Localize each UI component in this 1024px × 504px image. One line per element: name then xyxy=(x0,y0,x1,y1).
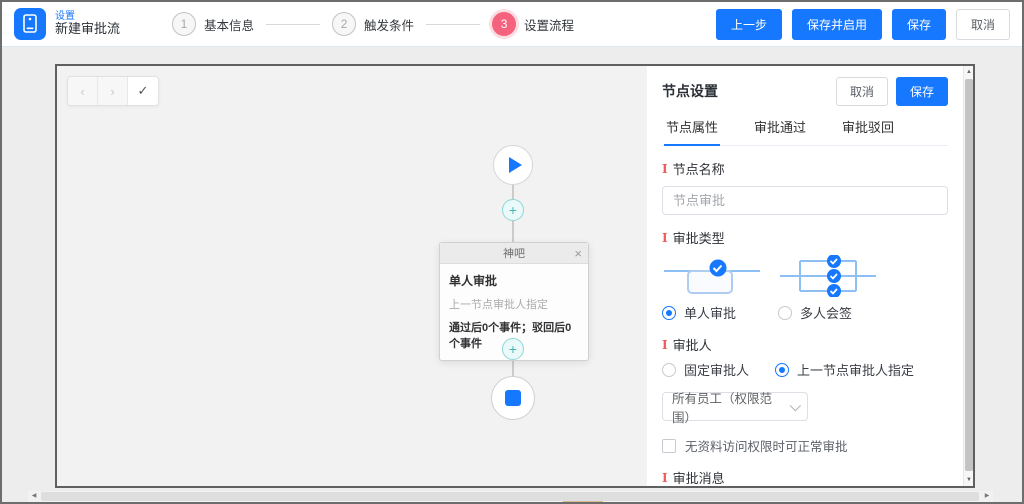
stop-icon xyxy=(505,390,521,406)
checkbox-unchecked-icon[interactable] xyxy=(662,439,676,453)
end-node[interactable] xyxy=(491,376,535,420)
required-icon: I xyxy=(662,338,668,352)
undo-icon[interactable]: ‹ xyxy=(68,77,98,105)
approval-node-type: 单人审批 xyxy=(449,272,579,289)
step-set-flow[interactable]: 3 设置流程 xyxy=(492,12,574,36)
play-icon xyxy=(509,157,522,173)
radio-off-icon[interactable] xyxy=(662,363,676,377)
step-connector xyxy=(266,24,320,25)
section-approver: I 审批人 固定审批人 上一节点审批人指定 所有员工（权限范围） xyxy=(662,335,948,421)
page-title: 新建审批流 xyxy=(55,22,120,37)
step-1-circle: 1 xyxy=(172,12,196,36)
approver-scope-value: 所有员工（权限范围） xyxy=(672,388,790,426)
step-trigger-condition[interactable]: 2 触发条件 xyxy=(332,12,414,36)
approval-type-icons: 单人审批 xyxy=(662,255,948,322)
step-3-circle: 3 xyxy=(492,12,516,36)
permission-checkbox-row[interactable]: 无资料访问权限时可正常审批 xyxy=(662,436,948,455)
single-approval-icon xyxy=(662,255,762,297)
panel-scrollbar[interactable]: ▲ ▼ xyxy=(963,66,973,486)
panel-cancel-button[interactable]: 取消 xyxy=(836,77,888,106)
approval-type-label: I 审批类型 xyxy=(662,228,948,247)
required-icon: I xyxy=(662,162,668,176)
approval-message-label-text: 审批消息 xyxy=(673,468,725,486)
single-approval-radio-label[interactable]: 单人审批 xyxy=(684,303,736,322)
panel-title: 节点设置 xyxy=(662,81,718,101)
fixed-approver-radio-label[interactable]: 固定审批人 xyxy=(684,360,749,379)
previous-node-approver-radio-label[interactable]: 上一节点审批人指定 xyxy=(797,360,914,379)
section-approval-message: I 审批消息 默认格式 自定义 “发起人”提交了“数据主标题”的审批申请，请及时… xyxy=(662,468,948,486)
tab-node-properties[interactable]: 节点属性 xyxy=(664,111,720,145)
approval-message-label: I 审批消息 xyxy=(662,468,948,486)
add-node-button-top[interactable]: + xyxy=(502,199,524,221)
add-node-button-bottom[interactable]: + xyxy=(502,338,524,360)
step-connector xyxy=(426,24,480,25)
step-1-label: 基本信息 xyxy=(204,15,254,34)
step-basic-info[interactable]: 1 基本信息 xyxy=(172,12,254,36)
scrollbar-thumb[interactable] xyxy=(965,79,973,471)
single-approval-radio[interactable]: 单人审批 xyxy=(662,303,774,322)
node-settings-panel: 节点设置 取消 保存 节点属性 审批通过 审批驳回 I 节点名称 I 审批类型 xyxy=(647,66,963,486)
scroll-down-icon[interactable]: ▼ xyxy=(964,474,974,486)
step-3-label: 设置流程 xyxy=(524,15,574,34)
single-approval-option[interactable]: 单人审批 xyxy=(662,255,774,322)
radio-off-icon[interactable] xyxy=(778,306,792,320)
scroll-right-icon[interactable]: ▶ xyxy=(981,491,993,502)
approver-radio-row: 固定审批人 上一节点审批人指定 xyxy=(662,360,948,379)
approver-scope-select[interactable]: 所有员工（权限范围） xyxy=(662,392,808,421)
save-and-enable-button[interactable]: 保存并启用 xyxy=(792,9,882,40)
step-2-label: 触发条件 xyxy=(364,15,414,34)
multi-approval-icon xyxy=(778,255,878,297)
approval-node-title: 神吧 xyxy=(503,245,525,261)
approver-label-text: 审批人 xyxy=(673,335,712,354)
app-window: 设置 新建审批流 1 基本信息 2 触发条件 3 设置流程 上一步 保存并启用 … xyxy=(0,0,1024,504)
approval-type-label-text: 审批类型 xyxy=(673,228,725,247)
tab-approval-pass[interactable]: 审批通过 xyxy=(752,111,808,145)
step-2-circle: 2 xyxy=(332,12,356,36)
top-header: 设置 新建审批流 1 基本信息 2 触发条件 3 设置流程 上一步 保存并启用 … xyxy=(2,2,1022,47)
clipboard-icon xyxy=(14,8,46,40)
save-button[interactable]: 保存 xyxy=(892,9,946,40)
section-approval-type: I 审批类型 单人审批 xyxy=(662,228,948,322)
approver-label: I 审批人 xyxy=(662,335,948,354)
canvas-toolbar: ‹ › ✓ xyxy=(67,76,159,106)
header-actions: 上一步 保存并启用 保存 取消 xyxy=(716,9,1010,40)
multi-approval-option[interactable]: 多人会签 xyxy=(778,255,890,322)
panel-tabs: 节点属性 审批通过 审批驳回 xyxy=(662,111,948,146)
approval-node-card-header: 神吧 × xyxy=(440,243,588,264)
stepper: 1 基本信息 2 触发条件 3 设置流程 xyxy=(172,12,574,36)
radio-on-icon[interactable] xyxy=(775,363,789,377)
horizontal-scrollbar[interactable]: ◀ ▶ xyxy=(28,491,993,502)
confirm-check-icon[interactable]: ✓ xyxy=(128,77,158,105)
node-name-input[interactable] xyxy=(662,186,948,215)
node-name-label: I 节点名称 xyxy=(662,159,948,178)
multi-approval-radio[interactable]: 多人会签 xyxy=(778,303,890,322)
tab-approval-reject[interactable]: 审批驳回 xyxy=(840,111,896,145)
horizontal-scrollbar-thumb[interactable] xyxy=(41,492,979,501)
permission-checkbox-label[interactable]: 无资料访问权限时可正常审批 xyxy=(685,436,848,455)
cancel-button[interactable]: 取消 xyxy=(956,9,1010,40)
prev-step-button[interactable]: 上一步 xyxy=(716,9,782,40)
close-icon[interactable]: × xyxy=(574,243,582,264)
node-name-label-text: 节点名称 xyxy=(673,159,725,178)
scroll-left-icon[interactable]: ◀ xyxy=(28,491,40,502)
scroll-up-icon[interactable]: ▲ xyxy=(964,66,974,78)
previous-node-approver-radio[interactable]: 上一节点审批人指定 xyxy=(775,360,914,379)
panel-header: 节点设置 取消 保存 xyxy=(662,78,948,104)
required-icon: I xyxy=(662,231,668,245)
radio-on-icon[interactable] xyxy=(662,306,676,320)
approval-node-assignee: 上一节点审批人指定 xyxy=(449,296,579,312)
start-node[interactable] xyxy=(493,145,533,185)
redo-icon[interactable]: › xyxy=(98,77,128,105)
section-node-name: I 节点名称 xyxy=(662,159,948,215)
required-icon: I xyxy=(662,471,668,485)
chevron-down-icon xyxy=(790,400,801,411)
header-titles: 设置 新建审批流 xyxy=(55,11,120,37)
panel-save-button[interactable]: 保存 xyxy=(896,77,948,106)
fixed-approver-radio[interactable]: 固定审批人 xyxy=(662,360,749,379)
multi-approval-radio-label[interactable]: 多人会签 xyxy=(800,303,852,322)
